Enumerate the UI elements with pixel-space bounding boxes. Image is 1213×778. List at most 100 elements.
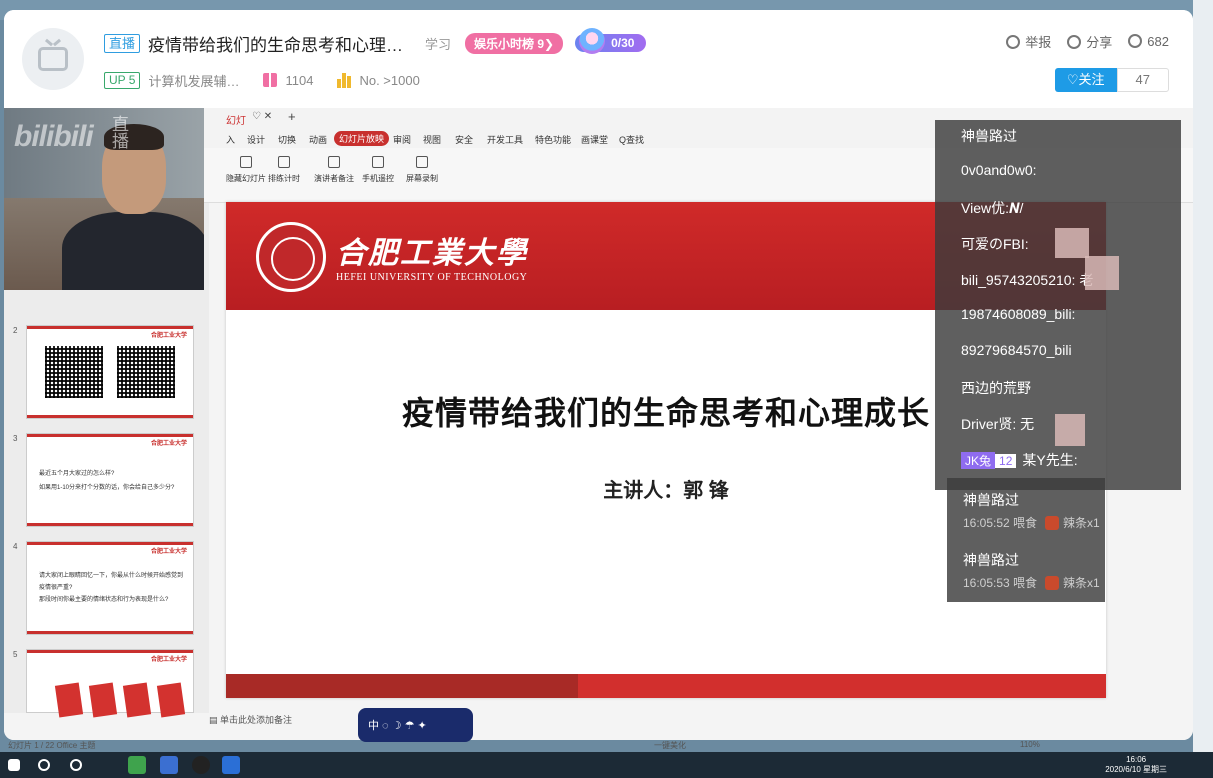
- report-button[interactable]: 举报: [1006, 32, 1051, 51]
- qr-code: [117, 346, 175, 398]
- gift-sender: 神兽路过: [963, 552, 1019, 568]
- danmaku-chat-panel: 神兽路过 0v0and0w0: View优:𝑵/ 可爱のFBI: bili_95…: [935, 120, 1181, 490]
- windows-start-icon[interactable]: [8, 759, 20, 771]
- app-icon[interactable]: [160, 756, 178, 774]
- close-icon: ♡ ✕: [252, 111, 273, 122]
- room-title: 疫情带给我们的生命思考和心理…: [148, 35, 404, 55]
- gift-icon: [263, 73, 278, 87]
- chat-message: 19874608089_bili:: [961, 306, 1076, 322]
- app-icon[interactable]: [192, 756, 210, 774]
- live-video-player[interactable]: 幻灯 ♡ ✕ + 入 设计 切换 动画 幻灯片放映 审阅 视图 安全 开发工具 …: [4, 108, 1193, 740]
- ppt-notes-bar: ▤ 单击此处添加备注: [209, 715, 293, 725]
- blur-region: [1055, 414, 1085, 446]
- follower-count: 47: [1116, 68, 1169, 92]
- gift-count: 1104: [285, 72, 314, 88]
- people-icon: [1128, 34, 1143, 48]
- slide-thumbnail: 3 合肥工业大学 最近五个月大家过的怎么样? 如果用1-10分来打个分数的话，你…: [13, 433, 194, 527]
- chat-message: 可爱のFBI:: [961, 236, 1029, 252]
- side-panel-edge: [1193, 0, 1213, 778]
- ribbon-tab: 入: [226, 135, 236, 145]
- gift-sender: 神兽路过: [963, 492, 1019, 508]
- ime-toolbar[interactable]: 中 ◌ ☽ ☂ ✦: [358, 708, 473, 742]
- slide-thumbnail: 4 合肥工业大学 请大家闭上眼睛回忆一下，你最从什么时候开始感觉到 疫情很严重?…: [13, 541, 194, 635]
- chat-message: View优:𝑵/: [961, 200, 1024, 216]
- live-tag: 直播: [104, 33, 141, 53]
- medal-level: 12: [995, 454, 1017, 468]
- popularity-icon: [337, 72, 352, 88]
- slide-thumbnail: 5 合肥工业大学: [13, 649, 194, 718]
- spicy-strip-icon: [1045, 516, 1060, 530]
- ppt-beautify: 一键美化: [654, 741, 686, 750]
- ribbon-tab: 安全: [455, 135, 474, 145]
- ribbon-tab: 特色功能: [535, 135, 572, 145]
- spicy-strip-icon: [1045, 576, 1060, 590]
- plus-icon: +: [288, 109, 296, 124]
- viewer-count: 682: [1128, 34, 1169, 49]
- system-clock[interactable]: 16:06 2020/6/10 星期三: [1105, 755, 1167, 775]
- hour-rank-badge[interactable]: 娱乐小时榜 9❯: [465, 32, 564, 54]
- slide-footer-band: [226, 674, 1106, 698]
- qr-code: [45, 346, 103, 398]
- ribbon-tab: 开发工具: [487, 135, 524, 145]
- live-watermark: 直播: [112, 115, 129, 151]
- university-name-en: HEFEI UNIVERSITY OF TECHNOLOGY: [336, 272, 528, 283]
- chat-message: 0v0and0w0:: [961, 162, 1037, 178]
- room-category-link[interactable]: 学习: [425, 34, 451, 53]
- gift-feed-panel: 神兽路过 16:05:52 喂食 辣条x1 神兽路过 16:05:53 喂食 辣条x…: [947, 478, 1105, 602]
- ppt-status-bar: [4, 732, 1193, 740]
- follow-button[interactable]: ♡关注: [1054, 68, 1117, 92]
- share-icon: [1067, 35, 1082, 49]
- mascot-icon: [579, 28, 606, 54]
- popularity-rank: No. >1000: [359, 72, 420, 88]
- chat-message: bili_95743205210: 老: [961, 272, 1094, 288]
- chat-message: 神兽路过: [961, 128, 1017, 144]
- university-name-cn: 合肥工業大學: [336, 236, 528, 271]
- chat-message: Driver贤: 无: [961, 416, 1035, 432]
- blur-region: [1085, 256, 1119, 290]
- ppt-tool: 手机遥控: [362, 156, 394, 184]
- chat-message: 西边的荒野: [961, 380, 1031, 396]
- gift-record: 16:05:53 喂食 辣条x1: [963, 576, 1100, 590]
- ribbon-tab: 审阅: [393, 135, 412, 145]
- follow-group: ♡关注 47: [1054, 68, 1169, 92]
- chat-message: JK兔 12 某Y先生:: [961, 450, 1078, 470]
- ppt-tool: 排练计时: [268, 156, 300, 184]
- ppt-slide-counter: 幻灯片 1 / 22 Office 主题: [8, 741, 96, 750]
- app-icon[interactable]: [222, 756, 240, 774]
- live-room-card: 直播 疫情带给我们的生命思考和心理… 学习 娱乐小时榜 9❯ 0/30 UP 5…: [4, 10, 1193, 740]
- chat-message: 89279684570_bili: [961, 342, 1072, 358]
- header-actions: 举报 分享 682: [1006, 32, 1169, 51]
- streamer-info-row: UP 5 计算机发展辅… 1104 No. >1000: [104, 70, 420, 90]
- ribbon-tab-active: 幻灯片放映: [334, 131, 390, 146]
- bilibili-watermark: bilibili: [14, 120, 94, 153]
- search-icon[interactable]: [38, 759, 50, 771]
- warning-icon: [1006, 35, 1021, 49]
- task-view-icon[interactable]: [70, 759, 82, 771]
- notes-icon: ▤: [209, 715, 221, 725]
- ribbon-tab: Q查找: [619, 135, 645, 145]
- ppt-zoom: 110%: [1020, 740, 1040, 749]
- webcam-overlay: bilibili 直播: [4, 108, 204, 290]
- ppt-doc-tab: 幻灯: [226, 116, 246, 127]
- title-row: 直播 疫情带给我们的生命思考和心理… 学习 娱乐小时榜 9❯ 0/30: [104, 28, 647, 55]
- room-header: 直播 疫情带给我们的生命思考和心理… 学习 娱乐小时榜 9❯ 0/30 UP 5…: [4, 10, 1193, 108]
- slide-thumbnail: 2 合肥工业大学: [13, 325, 194, 419]
- university-seal-icon: [256, 222, 326, 292]
- ribbon-tab: 视图: [423, 135, 442, 145]
- streamer-name[interactable]: 计算机发展辅…: [148, 71, 239, 90]
- ribbon-tab: 动画: [309, 135, 328, 145]
- up-level-tag: UP 5: [104, 71, 141, 89]
- gift-record: 16:05:52 喂食 辣条x1: [963, 516, 1100, 530]
- app-icon[interactable]: [128, 756, 146, 774]
- tv-icon: [38, 47, 68, 71]
- windows-taskbar: 16:06 2020/6/10 星期三: [0, 752, 1213, 778]
- ppt-tool: 屏幕录制: [406, 156, 438, 184]
- fans-club-badge[interactable]: 0/30: [575, 28, 647, 54]
- ribbon-tab: 画课堂: [581, 135, 609, 145]
- streamer-avatar[interactable]: [22, 28, 84, 90]
- ribbon-tab: 设计: [247, 135, 266, 145]
- share-button[interactable]: 分享: [1067, 32, 1112, 51]
- medal-badge: JK兔: [961, 452, 996, 469]
- ppt-tool: 演讲者备注: [314, 156, 354, 184]
- ribbon-tab: 切换: [278, 135, 297, 145]
